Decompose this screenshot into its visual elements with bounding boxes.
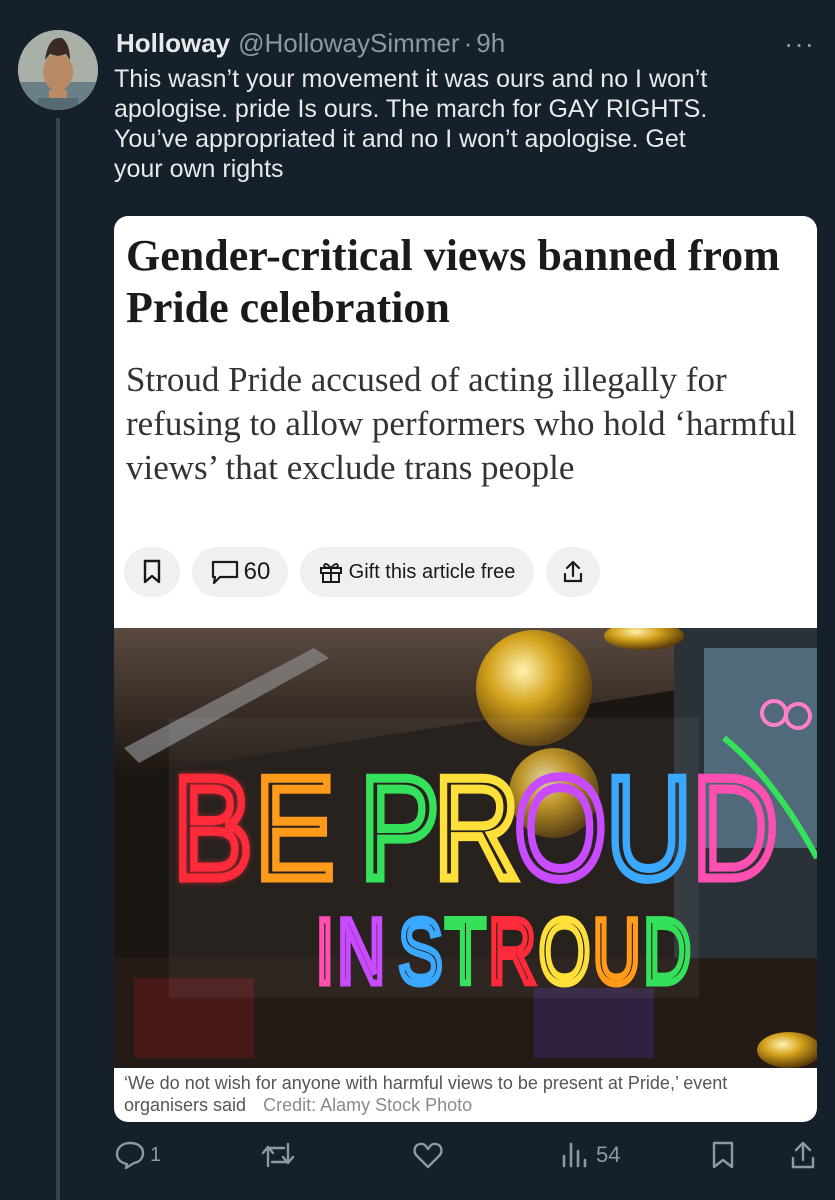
tweet-header: Holloway @HollowaySimmer · 9h ···	[116, 26, 815, 60]
sign-letter-d: D	[643, 899, 691, 1002]
bookmark-article-button	[124, 547, 180, 597]
sign-letter-r: R	[488, 899, 536, 1002]
bookmark-icon	[712, 1141, 734, 1169]
reply-button[interactable]: 1	[114, 1138, 161, 1172]
share-icon	[563, 560, 583, 583]
tweet-text-line: apologise. pride Is ours. The march for …	[114, 95, 708, 123]
sign-letter-r: R	[434, 748, 520, 910]
bookmark-icon	[143, 559, 161, 584]
author-name[interactable]: Holloway	[116, 28, 230, 59]
tweet-text-line: You’ve appropriated it and no I won’t ap…	[114, 125, 686, 153]
retweet-icon	[261, 1142, 295, 1168]
photo-credit: Credit: Alamy Stock Photo	[263, 1095, 473, 1115]
gift-icon	[319, 563, 342, 583]
attached-image[interactable]: Gender-critical views banned from Pride …	[114, 216, 817, 1122]
share-icon	[791, 1141, 815, 1169]
like-button[interactable]	[412, 1138, 444, 1172]
gift-label: Gift this article free	[348, 560, 516, 583]
comment-icon	[211, 560, 238, 585]
sign-letter-p: P	[360, 748, 439, 910]
sign-letter-u: U	[606, 748, 692, 910]
views-icon	[562, 1142, 587, 1168]
article-standfirst: Stroud Pride accused of acting illegally…	[126, 360, 797, 487]
tweet-text: This wasn’t your movement it was ours an…	[114, 64, 814, 184]
retweet-button[interactable]	[260, 1138, 296, 1172]
photo-caption: ‘We do not wish for anyone with harmful …	[124, 1072, 814, 1116]
sign-letter-o: O	[514, 748, 606, 910]
sign-letter-o: O	[539, 899, 591, 1002]
sign-letter-t: T	[445, 899, 485, 1002]
sign-letter-d: D	[692, 748, 778, 910]
bookmark-button[interactable]	[710, 1138, 736, 1172]
gift-article-button: Gift this article free	[300, 547, 534, 597]
article-photo: B B E P R O U D I N S T R O U D	[114, 628, 817, 1068]
share-button[interactable]	[790, 1138, 816, 1172]
tweet-text-line: your own rights	[114, 155, 284, 183]
article-headline: Gender-critical views banned from Pride …	[126, 231, 780, 332]
sign-letter-e: E	[255, 748, 334, 910]
neon-sign-photo: B B E P R O U D I N S T R O U D	[114, 628, 817, 1068]
reply-count: 1	[150, 1143, 162, 1166]
reply-icon	[115, 1141, 145, 1170]
sign-letter-b: B	[173, 748, 252, 910]
views-count: 54	[596, 1142, 621, 1167]
sign-letter-s: S	[398, 899, 442, 1002]
comments-count: 60	[243, 558, 271, 585]
tweet-text-line: This wasn’t your movement it was ours an…	[114, 65, 708, 93]
more-options-icon[interactable]: ···	[784, 28, 815, 60]
thread-line	[56, 118, 60, 1200]
tweet-action-bar: 1 54	[114, 1138, 819, 1174]
avatar-image	[18, 30, 98, 110]
sign-letter-n: N	[337, 899, 385, 1002]
separator-dot: ·	[463, 27, 473, 58]
author-handle[interactable]: @HollowaySimmer	[238, 28, 459, 59]
comments-button: 60	[192, 547, 288, 597]
sign-letter-i: I	[316, 899, 334, 1002]
views-button[interactable]: 54	[560, 1138, 620, 1172]
sign-letter-u: U	[593, 899, 641, 1002]
timestamp[interactable]: 9h	[476, 28, 505, 59]
share-article-button	[546, 547, 600, 597]
avatar[interactable]	[18, 30, 98, 110]
heart-icon	[413, 1142, 443, 1169]
